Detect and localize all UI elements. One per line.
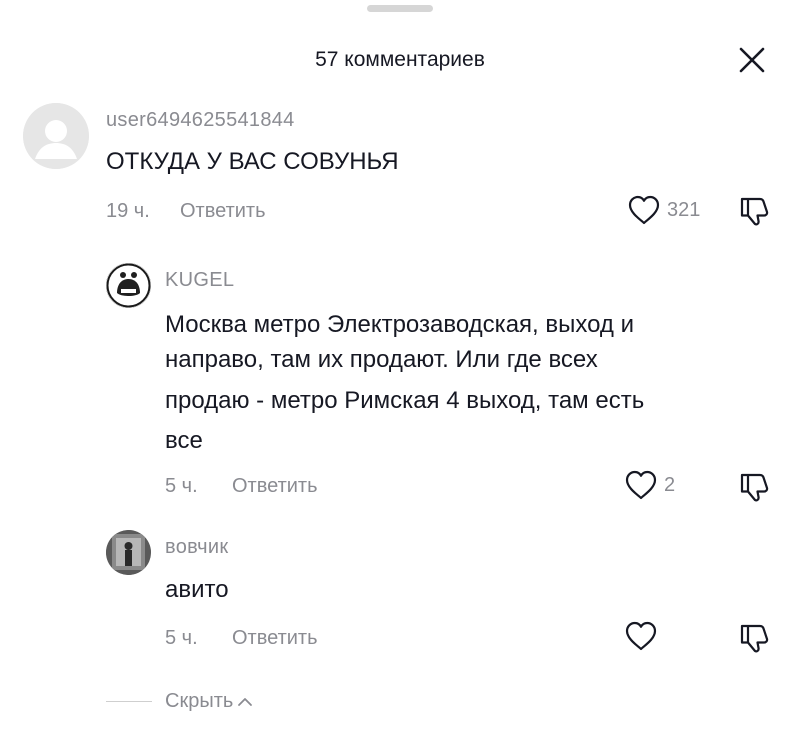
dislike-button[interactable]	[738, 194, 772, 228]
close-icon	[739, 47, 765, 73]
heart-outline-icon	[628, 195, 660, 225]
reply-text-line: авито	[165, 576, 229, 603]
dislike-button[interactable]	[738, 470, 772, 504]
reply-button[interactable]: Ответить	[232, 627, 318, 650]
drag-handle[interactable]	[367, 5, 433, 12]
like-button[interactable]: 2	[624, 469, 675, 501]
like-button[interactable]: 321	[627, 194, 700, 226]
reply-username[interactable]: вовчик	[165, 536, 228, 559]
reply-time: 5 ч.	[165, 475, 198, 497]
close-button[interactable]	[736, 44, 768, 76]
dislike-button[interactable]	[738, 621, 772, 655]
reply-time: 5 ч.	[165, 627, 198, 649]
comment-username[interactable]: user6494625541844	[106, 109, 295, 132]
comments-count-title: 57 комментариев	[315, 48, 485, 71]
default-avatar-icon	[23, 103, 89, 169]
heart-outline-icon	[625, 621, 657, 651]
reply-text-line: все	[165, 427, 203, 454]
hide-replies-button[interactable]: Скрыть	[165, 690, 253, 713]
heart-outline-icon	[625, 470, 657, 500]
reply-button[interactable]: Ответить	[232, 475, 318, 498]
reply-username[interactable]: KUGEL	[165, 269, 234, 292]
reply-button[interactable]: Ответить	[180, 200, 266, 223]
avatar[interactable]	[23, 103, 89, 169]
thumbs-down-icon	[740, 197, 769, 226]
like-count: 2	[664, 473, 676, 496]
thumbs-down-icon	[740, 624, 769, 653]
chevron-up-icon	[238, 697, 253, 706]
comment-time: 19 ч.	[106, 200, 150, 222]
avatar[interactable]	[106, 263, 151, 308]
avatar[interactable]	[106, 530, 151, 575]
divider	[106, 701, 152, 702]
reply-text-line: продаю - метро Римская 4 выход, там есть	[165, 387, 645, 414]
comment-text: ОТКУДА У ВАС СОВУНЬЯ	[106, 148, 399, 175]
like-button[interactable]	[624, 620, 658, 652]
reply-text-line: направо, там их продают. Или где всех	[165, 346, 598, 373]
like-count: 321	[667, 198, 701, 221]
thumbs-down-icon	[740, 473, 769, 502]
hide-replies-label: Скрыть	[165, 690, 234, 712]
